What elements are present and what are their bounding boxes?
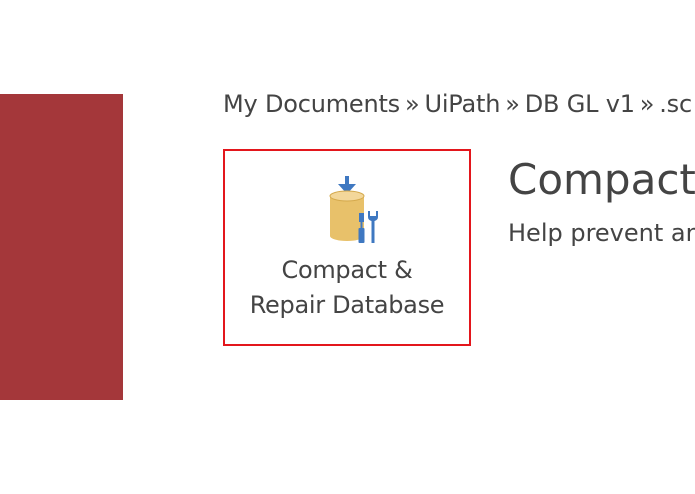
backstage-view: My Documents» UiPath» DB GL v1» .sc Comp… [0, 0, 695, 494]
breadcrumb-item: .sc [659, 90, 692, 118]
breadcrumb-item: My Documents [223, 90, 400, 118]
breadcrumb-item: UiPath [424, 90, 501, 118]
section-description: Help prevent an [508, 219, 695, 247]
breadcrumb-separator: » [404, 90, 420, 118]
breadcrumb-separator: » [505, 90, 520, 118]
compact-repair-label-line2: Repair Database [249, 291, 445, 319]
compact-repair-database-icon [325, 175, 385, 247]
breadcrumb-separator: » [639, 90, 655, 118]
breadcrumb-item: DB GL v1 [524, 90, 635, 118]
compact-repair-label: Compact & Repair Database [225, 253, 469, 323]
backstage-sidebar [0, 94, 123, 400]
section-title: Compact a [508, 155, 695, 204]
compact-repair-label-line1: Compact & [281, 256, 413, 284]
breadcrumb: My Documents» UiPath» DB GL v1» .sc [223, 90, 692, 118]
compact-repair-database-button[interactable]: Compact & Repair Database [223, 149, 471, 346]
